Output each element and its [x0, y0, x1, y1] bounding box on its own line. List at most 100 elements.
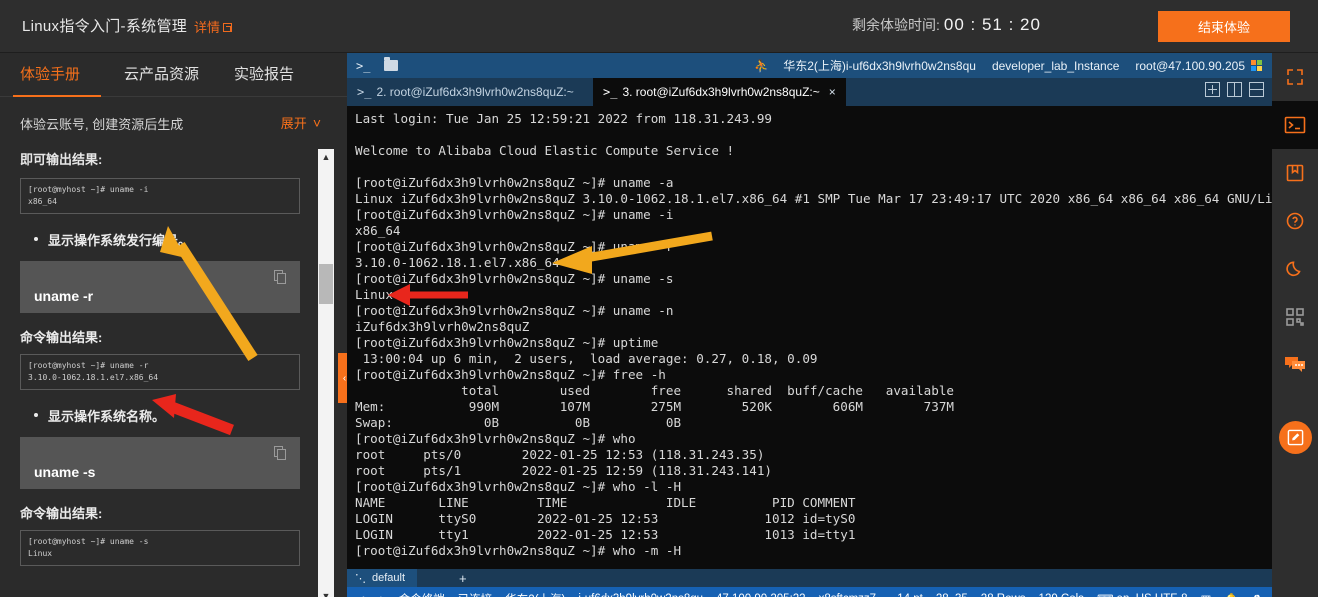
- terminal-prompt-icon: >_: [356, 58, 371, 73]
- header-instance-label: developer_lab_Instance: [991, 58, 1120, 73]
- page-title: Linux指令入门-系统管理: [22, 18, 188, 35]
- status-instance-id: i-uf6dx3h9lvrh0w2ns8qu: [578, 593, 703, 597]
- shield-icon[interactable]: ♻: [1252, 592, 1262, 597]
- close-icon[interactable]: ×: [829, 85, 836, 99]
- status-address: 47.100.90.205:22: [716, 593, 806, 597]
- header-userhost-label: root@47.100.90.205: [1135, 58, 1245, 73]
- detail-link[interactable]: 详情: [194, 17, 233, 36]
- terminal-tab-strip: >_ 2. root@iZuf6dx3h9lvrh0w2ns8quZ:~ >_ …: [347, 78, 1272, 106]
- terminal-text: Last login: Tue Jan 25 12:59:21 2022 fro…: [355, 111, 1272, 558]
- doc-command-text: uname -r: [34, 288, 94, 304]
- terminal-tab-2[interactable]: >_ 2. root@iZuf6dx3h9lvrh0w2ns8quZ:~: [347, 78, 584, 106]
- qrcode-icon: [1286, 308, 1304, 326]
- new-tab-icon[interactable]: [1205, 82, 1220, 97]
- terminal-icon: ⋱: [355, 571, 366, 585]
- scrollbar-thumb[interactable]: [319, 264, 333, 304]
- ssh-icon: ⚛: [360, 592, 367, 597]
- header-region-label: 华东2(上海)i-uf6dx3h9lvrh0w2ns8qu: [783, 59, 976, 73]
- windows-logo-icon: [1251, 59, 1263, 72]
- terminal-statusbar: ⚛ >_ 命令终端 已连接 华东2(上海) i-uf6dx3h9lvrh0w2n…: [347, 587, 1272, 597]
- status-cursor-pos: 28, 35: [936, 593, 968, 597]
- folder-icon[interactable]: [384, 57, 399, 71]
- rail-item-terminal[interactable]: [1272, 101, 1318, 149]
- doc-output-label-2: 命令输出结果:: [20, 506, 103, 521]
- doc-command-box-uname-s[interactable]: uname -s: [20, 437, 300, 489]
- doc-code-block-uname-s: [root@myhost ~]# uname -s Linux: [20, 530, 300, 566]
- tab-active-underline: [13, 95, 101, 97]
- grid-icon[interactable]: ▦: [1200, 592, 1211, 597]
- split-horizontal-icon[interactable]: [1249, 82, 1264, 97]
- doc-output-label-1: 命令输出结果:: [20, 330, 103, 345]
- rail-item-chat[interactable]: [1272, 341, 1318, 389]
- terminal-output[interactable]: Last login: Tue Jan 25 12:59:21 2022 fro…: [347, 106, 1272, 569]
- scroll-down-arrow-icon[interactable]: ▼: [318, 588, 334, 597]
- doc-code-block: [root@myhost ~]# uname -i x86_64: [20, 178, 300, 214]
- terminal-tab-3[interactable]: >_ 3. root@iZuf6dx3h9lvrh0w2ns8quZ:~ ×: [593, 78, 846, 106]
- expand-label: 展开: [280, 116, 307, 131]
- split-vertical-icon[interactable]: [1227, 82, 1242, 97]
- right-rail: [1272, 53, 1318, 597]
- doc-clipped-heading: 即可输出结果:: [20, 152, 103, 167]
- session-tab-default[interactable]: ⋱ default: [347, 569, 418, 587]
- rail-item-manual[interactable]: [1272, 149, 1318, 197]
- manual-book-icon: [1286, 164, 1304, 182]
- tab-cloud-resources[interactable]: 云产品资源: [124, 63, 199, 84]
- bell-icon[interactable]: 🔔: [1224, 592, 1238, 597]
- copy-icon[interactable]: [274, 270, 287, 284]
- fullscreen-icon: [1287, 69, 1303, 85]
- manual-document[interactable]: 即可输出结果: [root@myhost ~]# uname -i x86_64…: [0, 149, 347, 597]
- feedback-fab-button[interactable]: [1279, 421, 1312, 454]
- session-tab-label: default: [372, 572, 406, 584]
- tab-experience-manual[interactable]: 体验手册: [20, 63, 80, 84]
- fullscreen-icon[interactable]: ⛹: [754, 59, 769, 73]
- terminal-split-controls: [1205, 82, 1264, 97]
- tab-lab-report[interactable]: 实验报告: [234, 63, 294, 84]
- copy-icon[interactable]: [274, 446, 287, 460]
- status-font-size: 14 pt: [897, 593, 923, 597]
- terminal-region: >_ ⛹ 华东2(上海)i-uf6dx3h9lvrh0w2ns8qu devel…: [347, 53, 1272, 597]
- top-bar: Linux指令入门-系统管理 详情 剩余体验时间: 00 : 51 : 20 结束…: [0, 0, 1318, 53]
- remaining-time-label: 剩余体验时间:: [852, 17, 940, 33]
- terminal-session-tabbar: ⋱ default +: [347, 569, 1272, 587]
- status-terminal-label: 命令终端: [399, 591, 445, 597]
- help-circle-icon: [1286, 212, 1304, 230]
- edit-pencil-icon: [1287, 429, 1304, 446]
- chevron-down-icon: ˅: [312, 115, 321, 131]
- terminal-icon: >_: [380, 592, 394, 597]
- detail-link-label: 详情: [194, 20, 221, 35]
- rail-item-dark-mode[interactable]: [1272, 245, 1318, 293]
- terminal-icon: >_: [357, 85, 372, 99]
- terminal-tab-2-label: 2. root@iZuf6dx3h9lvrh0w2ns8quZ:~: [376, 85, 574, 99]
- status-connection: 已连接: [458, 591, 493, 597]
- scroll-up-arrow-icon[interactable]: ▲: [318, 149, 334, 165]
- left-panel-tabs: 体验手册 云产品资源 实验报告: [0, 53, 347, 99]
- account-note: 体验云账号, 创建资源后生成: [20, 117, 184, 132]
- terminal-icon: [1284, 116, 1306, 134]
- status-session-id: x8sftcmzz7: [819, 593, 877, 597]
- remaining-time: 剩余体验时间: 00 : 51 : 20: [852, 15, 1041, 35]
- terminal-icon: >_: [603, 85, 618, 99]
- add-session-button[interactable]: +: [459, 571, 467, 586]
- end-session-button[interactable]: 结束体验: [1158, 11, 1290, 42]
- doc-command-text-2: uname -s: [34, 464, 96, 480]
- rail-item-qrcode[interactable]: [1272, 293, 1318, 341]
- left-panel-scrollbar[interactable]: ▲ ▼: [318, 149, 334, 597]
- terminal-tab-3-label: 3. root@iZuf6dx3h9lvrh0w2ns8quZ:~: [622, 85, 820, 99]
- terminal-header: >_ ⛹ 华东2(上海)i-uf6dx3h9lvrh0w2ns8qu devel…: [347, 53, 1272, 78]
- doc-code-block-uname-r: [root@myhost ~]# uname -r 3.10.0-1062.18…: [20, 354, 300, 390]
- keyboard-icon: ⌨: [1097, 592, 1114, 597]
- account-row: 体验云账号, 创建资源后生成 展开 ˅: [0, 105, 347, 143]
- status-region: 华东2(上海): [505, 591, 565, 597]
- rail-item-fullscreen[interactable]: [1272, 53, 1318, 101]
- doc-bullet-release-number: 显示操作系统发行编号。: [34, 230, 300, 249]
- left-panel: 体验手册 云产品资源 实验报告 体验云账号, 创建资源后生成 展开 ˅ 即可输出结…: [0, 53, 351, 597]
- status-encoding: en_US.UTF-8: [1117, 593, 1188, 597]
- expand-account-button[interactable]: 展开 ˅: [281, 113, 321, 132]
- moon-icon: [1286, 261, 1301, 277]
- rail-item-help[interactable]: [1272, 197, 1318, 245]
- status-rows: 28 Rows: [981, 593, 1026, 597]
- chat-icon: [1285, 357, 1305, 372]
- doc-command-box-uname-r[interactable]: uname -r: [20, 261, 300, 313]
- status-cols: 129 Cols: [1039, 593, 1084, 597]
- doc-bullet-os-name: 显示操作系统名称。: [34, 406, 300, 425]
